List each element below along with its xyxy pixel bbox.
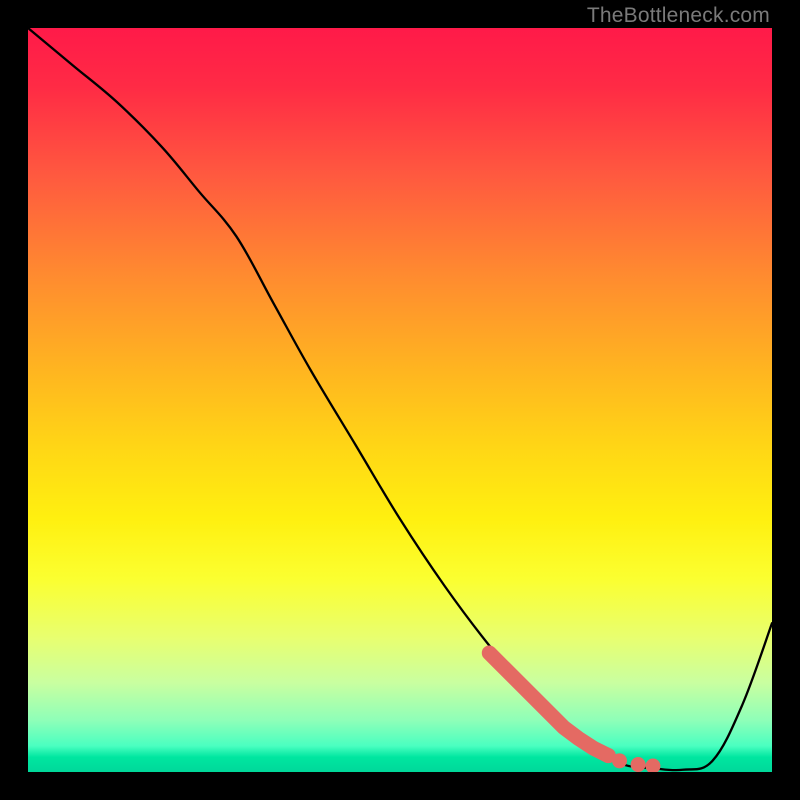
highlight-dot bbox=[645, 759, 660, 772]
chart-svg bbox=[28, 28, 772, 772]
watermark-label: TheBottleneck.com bbox=[587, 4, 770, 28]
highlight-points bbox=[489, 653, 660, 772]
highlight-dot bbox=[631, 757, 646, 772]
highlight-dot bbox=[612, 753, 627, 768]
plot-area bbox=[28, 28, 772, 772]
chart-frame: TheBottleneck.com bbox=[0, 0, 800, 800]
curve-line bbox=[28, 28, 772, 770]
highlight-segment bbox=[489, 653, 608, 756]
